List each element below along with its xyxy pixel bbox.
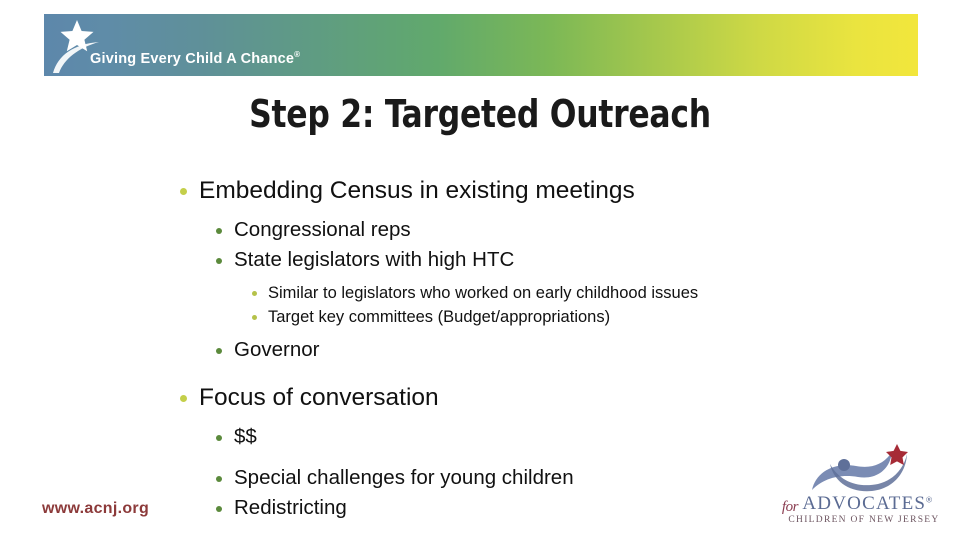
list-item-label: State legislators with high HTC <box>234 248 515 271</box>
list-item-label: Redistricting <box>234 496 347 519</box>
acnj-logo: for ADVOCATES® CHILDREN OF NEW JERSEY <box>762 444 952 530</box>
bullet-dot-icon <box>180 188 187 195</box>
header-tagline-text: Giving Every Child A Chance <box>90 50 295 67</box>
list-item-label: Governor <box>234 338 320 361</box>
list-item: Embedding Census in existing meetings <box>0 172 960 209</box>
bullet-dot-icon <box>216 228 222 234</box>
gecac-logo: Giving Every Child A Chance® <box>44 14 344 76</box>
header-tagline: Giving Every Child A Chance® <box>90 50 300 67</box>
registered-mark: ® <box>294 50 301 59</box>
list-item-label: $$ <box>234 425 257 448</box>
list-item-label: Focus of conversation <box>199 384 439 411</box>
list-item: State legislators with high HTC <box>0 245 960 275</box>
header-banner: Giving Every Child A Chance® <box>44 14 918 76</box>
bullet-dot-icon <box>252 291 257 296</box>
slide: Giving Every Child A Chance® Step 2: Tar… <box>0 0 960 540</box>
page-title: Step 2: Targeted Outreach <box>249 92 711 136</box>
acnj-for-text: for <box>781 499 799 515</box>
bullet-dot-icon <box>216 476 222 482</box>
acnj-name-text: ADVOCATES <box>802 493 927 514</box>
list-item: Target key committees (Budget/appropriat… <box>0 305 960 329</box>
acnj-subtitle-text: CHILDREN OF NEW JERSEY <box>788 515 940 525</box>
acnj-registered-mark: ® <box>926 495 933 505</box>
list-item: Governor <box>0 335 960 365</box>
bullet-dot-icon <box>216 258 222 264</box>
list-item: Similar to legislators who worked on ear… <box>0 281 960 305</box>
bullet-dot-icon <box>216 348 222 354</box>
website-url: www.acnj.org <box>42 500 150 517</box>
bullet-dot-icon <box>216 506 222 512</box>
person-swoosh-icon <box>812 444 908 492</box>
bullet-dot-icon <box>252 315 257 320</box>
list-item-label: Target key committees (Budget/appropriat… <box>268 308 611 326</box>
list-item-label: Special challenges for young children <box>234 466 574 489</box>
list-item-label: Similar to legislators who worked on ear… <box>268 284 699 302</box>
list-item: Congressional reps <box>0 215 960 245</box>
bullet-dot-icon <box>180 395 187 402</box>
list-item: Focus of conversation <box>0 379 960 416</box>
list-item-label: Congressional reps <box>234 218 411 241</box>
acnj-wordmark: for ADVOCATES® CHILDREN OF NEW JERSEY <box>762 493 952 525</box>
bullet-dot-icon <box>216 435 222 441</box>
list-item-label: Embedding Census in existing meetings <box>199 177 635 204</box>
